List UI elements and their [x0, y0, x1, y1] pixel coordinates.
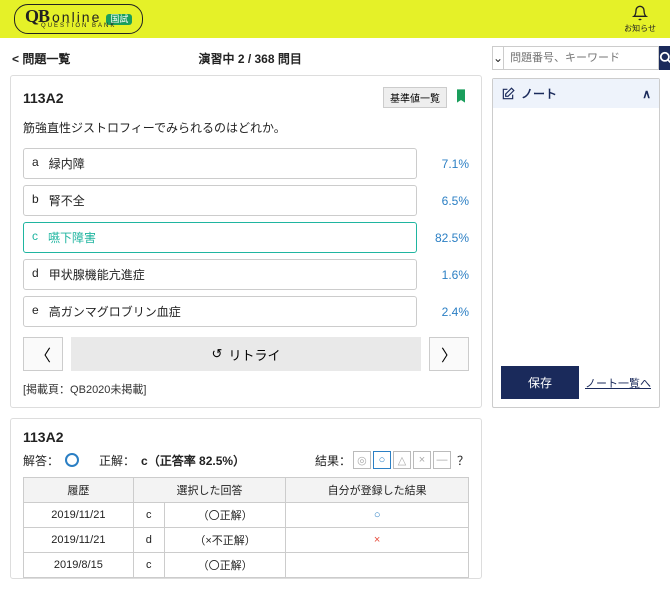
reference-values-button[interactable]: 基準値一覧: [383, 87, 447, 108]
prev-button[interactable]: 〈: [23, 337, 63, 371]
answer-circle-icon: [65, 453, 79, 467]
th-registered: 自分が登録した結果: [286, 478, 469, 503]
choice-a[interactable]: a緑内障: [23, 148, 417, 179]
bookmark-icon[interactable]: [453, 86, 469, 109]
history-table: 履歴 選択した回答 自分が登録した結果 2019/11/21c（〇正解）○201…: [23, 477, 469, 578]
question-text: 筋強直性ジストロフィーでみられるのはどれか。: [23, 119, 469, 138]
choice-pct: 2.4%: [425, 305, 469, 319]
answer-label: 解答：: [23, 452, 59, 469]
choice-pct: 1.6%: [425, 268, 469, 282]
note-header[interactable]: ノート ∧: [493, 79, 659, 108]
th-history: 履歴: [24, 478, 134, 503]
logo-online: online: [52, 10, 101, 24]
result-double-circle[interactable]: ◎: [353, 451, 371, 469]
choice-pct: 82.5%: [425, 231, 469, 245]
th-selected: 選択した回答: [133, 478, 286, 503]
search-input[interactable]: [503, 46, 659, 70]
note-panel: ノート ∧ 保存 ノート一覧へ: [492, 78, 660, 408]
search-icon: [659, 51, 670, 65]
table-row: 2019/8/15c（〇正解）: [24, 553, 469, 578]
topbar: < 問題一覧 演習中 2 / 368 問目: [10, 46, 482, 75]
result-triangle[interactable]: △: [393, 451, 411, 469]
choice-d[interactable]: d甲状腺機能亢進症: [23, 259, 417, 290]
app-header: QB online 国試 QUESTION BANK お知らせ: [0, 0, 670, 38]
choice-b[interactable]: b腎不全: [23, 185, 417, 216]
result-circle[interactable]: ○: [373, 451, 391, 469]
question-id: 113A2: [23, 90, 63, 106]
note-list-link[interactable]: ノート一覧へ: [585, 375, 651, 391]
correct-label: 正解：: [99, 452, 135, 469]
back-link[interactable]: < 問題一覧: [12, 50, 70, 67]
table-row: 2019/11/21d（×不正解）×: [24, 528, 469, 553]
chevron-up-icon: ∧: [642, 87, 651, 101]
bell-icon: [632, 5, 648, 21]
progress-label: 演習中 2 / 368 問目: [198, 50, 301, 67]
note-textarea[interactable]: [493, 108, 659, 358]
next-button[interactable]: 〉: [429, 337, 469, 371]
question-card: 113A2 基準値一覧 筋強直性ジストロフィーでみられるのはどれか。 a緑内障 7…: [10, 75, 482, 408]
answer-id: 113A2: [23, 429, 469, 445]
choice-e[interactable]: e高ガンマグロブリン血症: [23, 296, 417, 327]
chevron-down-icon: ⌄: [493, 51, 503, 65]
notifications-button[interactable]: お知らせ: [624, 5, 656, 34]
help-icon[interactable]: ？: [457, 452, 469, 469]
search-button[interactable]: [659, 46, 670, 70]
publication-line: [掲載頁：QB2020未掲載]: [23, 381, 469, 397]
note-title: ノート: [521, 85, 557, 102]
result-dash[interactable]: ―: [433, 451, 451, 469]
retry-button[interactable]: ↺リトライ: [71, 337, 421, 371]
logo-tagline: QUESTION BANK: [41, 23, 116, 29]
choice-c[interactable]: c嚥下障害: [23, 222, 417, 253]
bell-label: お知らせ: [624, 23, 656, 34]
answer-card: 113A2 解答： 正解： c（正答率 82.5%） 結果： ◎ ○ △ × ―…: [10, 418, 482, 579]
table-row: 2019/11/21c（〇正解）○: [24, 503, 469, 528]
result-label: 結果：: [315, 452, 351, 469]
choice-pct: 6.5%: [425, 194, 469, 208]
retry-icon: ↺: [212, 346, 223, 362]
logo[interactable]: QB online 国試 QUESTION BANK: [14, 4, 143, 34]
search-toggle[interactable]: ⌄: [492, 46, 503, 70]
edit-icon: [501, 87, 515, 101]
search-row: ⌄: [492, 46, 660, 70]
result-cross[interactable]: ×: [413, 451, 431, 469]
save-button[interactable]: 保存: [501, 366, 579, 399]
choice-pct: 7.1%: [425, 157, 469, 171]
correct-text: c（正答率 82.5%）: [141, 452, 245, 469]
